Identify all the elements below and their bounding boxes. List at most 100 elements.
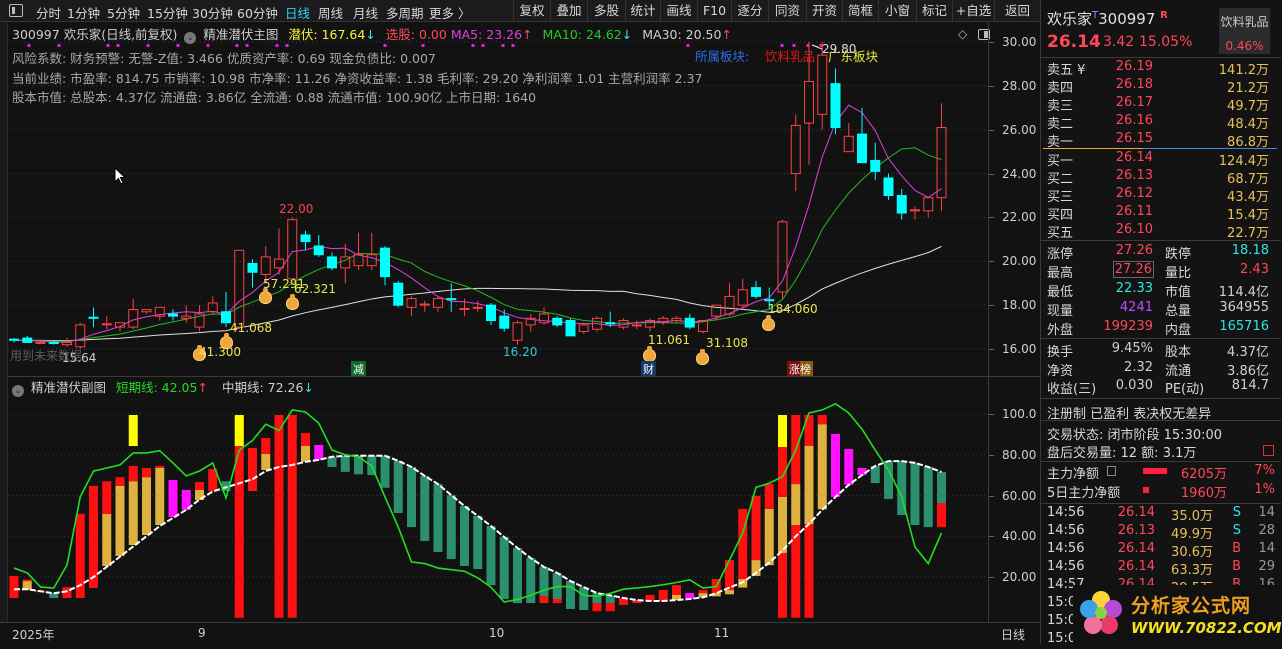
price-axis[interactable]: 30.00 28.00 26.00 24.00 22.00 20.00 18.00 16.00… bbox=[988, 22, 1040, 622]
buy-level-row[interactable]: 买四 26.11 15.4万 bbox=[1041, 204, 1281, 223]
sub-bar-segment bbox=[261, 438, 271, 454]
sub-bar-segment bbox=[844, 449, 854, 485]
toolbar-button[interactable]: 返回 bbox=[994, 0, 1040, 22]
period-label[interactable]: 日线 bbox=[1001, 626, 1025, 643]
candle-body bbox=[247, 262, 258, 273]
x-label-sep: 9 bbox=[198, 626, 206, 640]
stat-label: 涨停 bbox=[1047, 247, 1074, 262]
mid-line-value: 中期线: 72.26 bbox=[221, 380, 304, 395]
badge-reduce[interactable]: 减 bbox=[351, 361, 366, 377]
level-price: 26.17 bbox=[1115, 95, 1153, 110]
marker-dot bbox=[27, 44, 31, 47]
sub-bar-segment bbox=[89, 485, 98, 589]
diamond-icon[interactable]: ◇ bbox=[958, 27, 967, 41]
buy-level-row[interactable]: 买五 26.10 22.7万 bbox=[1041, 222, 1281, 241]
tick-count: 14 bbox=[1258, 541, 1275, 556]
level-label: 卖四 bbox=[1047, 81, 1074, 96]
candle-body bbox=[433, 298, 443, 308]
buy-level-row[interactable]: 买三 26.12 43.4万 bbox=[1041, 186, 1281, 205]
ma5-value: MA5: 23.26 bbox=[450, 27, 523, 42]
marker-dot bbox=[421, 44, 425, 47]
sub-bar-segment bbox=[407, 466, 416, 528]
level-volume: 22.7万 bbox=[1227, 226, 1269, 241]
chart-bars-icon[interactable] bbox=[1263, 445, 1274, 456]
tick-count: 14 bbox=[1258, 505, 1275, 520]
time-axis[interactable]: 2025年 9 10 11 日线 bbox=[0, 622, 1040, 644]
stat-value: 18.18 bbox=[1231, 243, 1269, 258]
price-tick: 16.00 bbox=[1002, 342, 1037, 357]
r-mark: R bbox=[1160, 10, 1168, 21]
money-bag-icon[interactable] bbox=[762, 315, 775, 331]
stat-value: 199239 bbox=[1103, 319, 1153, 334]
collapse-icon[interactable]: ⌄ bbox=[12, 385, 24, 397]
marker-dot bbox=[235, 44, 239, 47]
sub-bar-segment bbox=[486, 526, 496, 586]
candle-body bbox=[499, 315, 510, 329]
sub-bar-segment bbox=[539, 595, 549, 604]
stat-row: 换手 9.45% 股本 4.37亿 bbox=[1041, 341, 1281, 360]
sub-bar-segment bbox=[937, 503, 946, 528]
stat-label: 现量 bbox=[1047, 304, 1074, 319]
price-tick: 18.00 bbox=[1002, 298, 1037, 313]
candle-body bbox=[366, 254, 377, 267]
candle-body bbox=[88, 316, 99, 319]
price-tick: 24.00 bbox=[1002, 166, 1037, 181]
marker-dot bbox=[116, 44, 120, 47]
marker-dot bbox=[383, 44, 387, 47]
sell-level-row[interactable]: 卖一 26.15 86.8万 bbox=[1041, 131, 1281, 150]
sub-tick: 100.0 bbox=[1002, 407, 1037, 421]
level-price: 26.12 bbox=[1115, 186, 1153, 201]
candle-body bbox=[883, 177, 894, 197]
buy-level-row[interactable]: 买二 26.13 68.7万 bbox=[1041, 168, 1281, 187]
ma30-value: MA30: 20.50 bbox=[642, 27, 722, 42]
level-price: 26.13 bbox=[1115, 168, 1153, 183]
sell-level-row[interactable]: 卖四 26.18 21.2万 bbox=[1041, 77, 1281, 96]
badge-limit-up-list[interactable]: 涨榜 bbox=[787, 361, 813, 377]
money-bag-icon[interactable] bbox=[286, 294, 299, 310]
candle-body bbox=[857, 133, 867, 164]
sector-box[interactable]: 饮料乳品 0.46% bbox=[1219, 8, 1270, 54]
candle-body bbox=[168, 313, 178, 317]
sub-bar-segment bbox=[287, 415, 297, 618]
sell-level-row[interactable]: 卖三 26.17 49.7万 bbox=[1041, 95, 1281, 114]
low-price-label: 16.20 bbox=[503, 345, 538, 359]
sub-bar-segment bbox=[142, 467, 151, 478]
stat-value: 0.030 bbox=[1115, 378, 1153, 393]
marker-dot bbox=[106, 44, 110, 47]
sub-bar-segment bbox=[791, 484, 801, 526]
tick-side: B bbox=[1232, 559, 1241, 574]
money-bag-icon[interactable] bbox=[696, 349, 709, 365]
list-icon[interactable] bbox=[1107, 466, 1116, 476]
badge-finance[interactable]: 财 bbox=[641, 361, 656, 377]
stat-label: 收益(三) bbox=[1047, 382, 1097, 397]
candle-body bbox=[578, 324, 589, 332]
candle-body bbox=[128, 309, 139, 328]
candle-body bbox=[22, 337, 33, 343]
stat-value: 814.7 bbox=[1231, 378, 1269, 393]
buy-level-row[interactable]: 买一 26.14 124.4万 bbox=[1041, 150, 1281, 169]
sub-tick: 60.00 bbox=[1002, 488, 1037, 503]
candle-body bbox=[923, 197, 934, 212]
sub-indicator-name[interactable]: 精准潜伏副图 bbox=[31, 380, 106, 395]
candle-body bbox=[446, 298, 457, 301]
stat-label: 市值 bbox=[1165, 285, 1192, 300]
candle-body bbox=[406, 298, 417, 308]
money-bag-icon[interactable] bbox=[259, 288, 272, 304]
collapse-icon[interactable]: ⌄ bbox=[184, 32, 197, 44]
candle-body bbox=[419, 303, 430, 306]
level-price: 26.19 bbox=[1115, 59, 1153, 74]
flower-logo-icon bbox=[1080, 591, 1122, 634]
marker-dot bbox=[146, 44, 150, 47]
sector-1[interactable]: 饮料乳品 bbox=[765, 46, 815, 65]
marker-dot bbox=[501, 44, 505, 47]
indicator-name[interactable]: 精准潜伏主图 bbox=[203, 27, 278, 42]
sell-level-row[interactable]: 卖二 26.16 48.4万 bbox=[1041, 113, 1281, 132]
tick-price: 26.14 bbox=[1117, 559, 1155, 574]
marker-dot bbox=[686, 44, 690, 47]
trade-status: 交易状态: 闭市阶段 15:30:00 bbox=[1047, 428, 1223, 443]
xuangu-value: 选股: 0.00 bbox=[385, 27, 447, 42]
tick-volume: 63.3万 bbox=[1171, 563, 1213, 578]
money-bag-icon[interactable] bbox=[220, 333, 233, 349]
quote-panel: 欢乐家T300997 R 饮料乳品 0.46% 26.14 3.42 15.05… bbox=[1040, 0, 1282, 646]
sell-level-row[interactable]: 卖五 ¥ 26.19 141.2万 bbox=[1041, 59, 1281, 78]
